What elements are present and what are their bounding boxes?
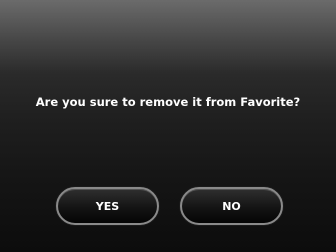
no-button[interactable]: NO <box>180 187 283 225</box>
confirm-dialog-screen: Are you sure to remove it from Favorite?… <box>0 0 336 252</box>
yes-button[interactable]: YES <box>56 187 159 225</box>
top-gloss <box>0 0 336 72</box>
confirm-message: Are you sure to remove it from Favorite? <box>35 95 301 109</box>
